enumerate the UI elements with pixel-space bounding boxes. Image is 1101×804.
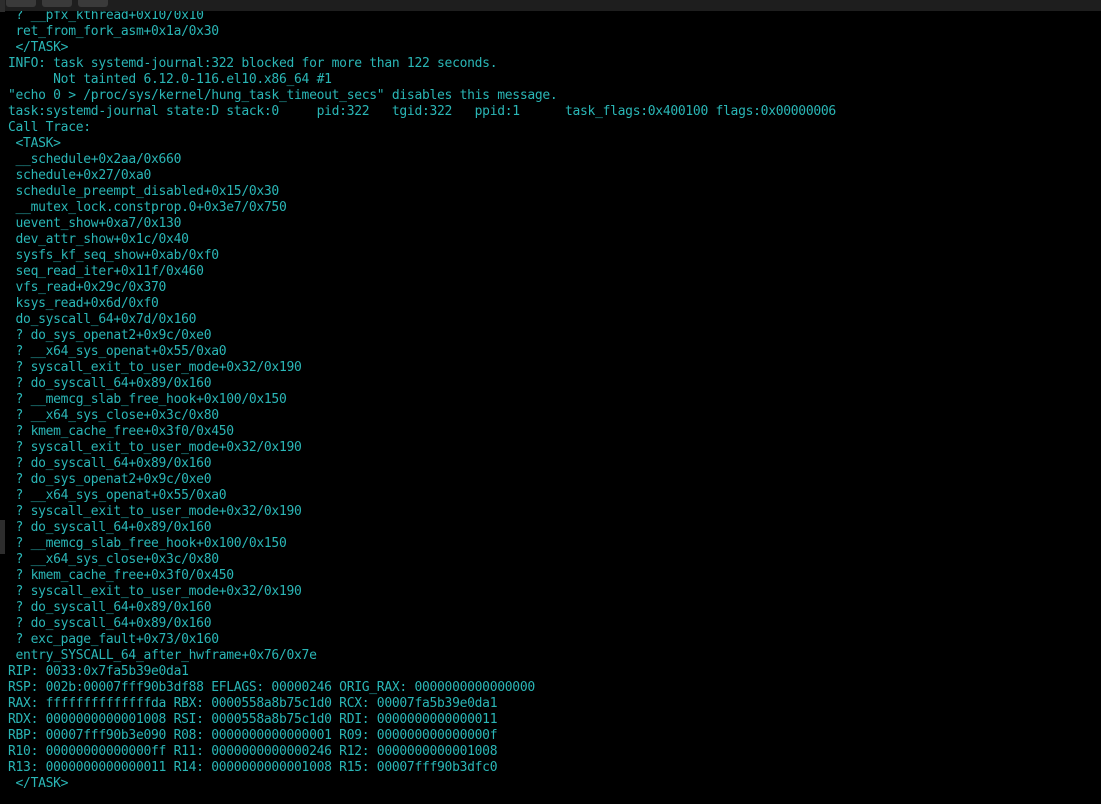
terminal-line: ? __x64_sys_close+0x3c/0x80	[8, 408, 220, 423]
terminal-line: ? do_syscall_64+0x89/0x160	[8, 376, 212, 391]
terminal-line: ? kmem_cache_free+0x3f0/0x450	[8, 568, 235, 583]
terminal-line: ? __x64_sys_openat+0x55/0xa0	[8, 488, 227, 503]
terminal-line: <TASK>	[8, 136, 61, 151]
terminal-line: ? do_sys_openat2+0x9c/0xe0	[8, 472, 212, 487]
terminal-line: INFO: task systemd-journal:322 blocked f…	[8, 56, 498, 71]
terminal-line: ? exc_page_fault+0x73/0x160	[8, 632, 220, 647]
terminal-line: vfs_read+0x29c/0x370	[8, 280, 167, 295]
terminal-line: Not tainted 6.12.0-116.el10.x86_64 #1	[8, 72, 332, 87]
toolbar-tab-1[interactable]	[6, 0, 36, 7]
toolbar-tab-2[interactable]	[42, 0, 72, 7]
terminal-line: ? do_syscall_64+0x89/0x160	[8, 600, 212, 615]
terminal-line: R13: 0000000000000011 R14: 0000000000001…	[8, 760, 498, 775]
terminal-line: ? __pfx_kthread+0x10/0x10	[8, 11, 204, 23]
terminal-line: entry_SYSCALL_64_after_hwframe+0x76/0x7e	[8, 648, 317, 663]
terminal-line: uevent_show+0xa7/0x130	[8, 216, 182, 231]
window-top-bar	[0, 0, 1101, 11]
terminal-line: ? syscall_exit_to_user_mode+0x32/0x190	[8, 584, 302, 599]
terminal-line: R10: 00000000000000ff R11: 0000000000000…	[8, 744, 498, 759]
terminal-line: seq_read_iter+0x11f/0x460	[8, 264, 204, 279]
terminal-line: ? syscall_exit_to_user_mode+0x32/0x190	[8, 360, 302, 375]
terminal-line: schedule_preempt_disabled+0x15/0x30	[8, 184, 280, 199]
terminal-line: ? do_syscall_64+0x89/0x160	[8, 616, 212, 631]
terminal-line: schedule+0x27/0xa0	[8, 168, 152, 183]
terminal-line: Call Trace:	[8, 120, 91, 135]
terminal-console[interactable]: ? __pfx_kthread+0x10/0x10 ret_from_fork_…	[0, 11, 1101, 804]
terminal-line: RAX: ffffffffffffffda RBX: 0000558a8b75c…	[8, 696, 498, 711]
terminal-line: ret_from_fork_asm+0x1a/0x30	[8, 24, 220, 39]
terminal-line: __mutex_lock.constprop.0+0x3e7/0x750	[8, 200, 287, 215]
terminal-line: "echo 0 > /proc/sys/kernel/hung_task_tim…	[8, 88, 558, 103]
terminal-line: __schedule+0x2aa/0x660	[8, 152, 182, 167]
terminal-line: sysfs_kf_seq_show+0xab/0xf0	[8, 248, 220, 263]
terminal-line: ? __memcg_slab_free_hook+0x100/0x150	[8, 536, 287, 551]
terminal-line: ksys_read+0x6d/0xf0	[8, 296, 159, 311]
terminal-line: ? __x64_sys_close+0x3c/0x80	[8, 552, 220, 567]
terminal-line: dev_attr_show+0x1c/0x40	[8, 232, 189, 247]
terminal-line: RSP: 002b:00007fff90b3df88 EFLAGS: 00000…	[8, 680, 535, 695]
terminal-line: ? kmem_cache_free+0x3f0/0x450	[8, 424, 235, 439]
terminal-line: ? syscall_exit_to_user_mode+0x32/0x190	[8, 504, 302, 519]
terminal-line: </TASK>	[8, 776, 69, 791]
terminal-line: ? do_syscall_64+0x89/0x160	[8, 520, 212, 535]
terminal-line: ? __memcg_slab_free_hook+0x100/0x150	[8, 392, 287, 407]
terminal-line: task:systemd-journal state:D stack:0 pid…	[8, 104, 836, 119]
terminal-line: ? do_syscall_64+0x89/0x160	[8, 456, 212, 471]
terminal-line: ? do_sys_openat2+0x9c/0xe0	[8, 328, 212, 343]
terminal-line: ? syscall_exit_to_user_mode+0x32/0x190	[8, 440, 302, 455]
terminal-line: do_syscall_64+0x7d/0x160	[8, 312, 197, 327]
terminal-line: </TASK>	[8, 40, 69, 55]
terminal-line: RDX: 0000000000001008 RSI: 0000558a8b75c…	[8, 712, 498, 727]
toolbar-tab-3[interactable]	[78, 0, 108, 7]
terminal-line: RIP: 0033:0x7fa5b39e0da1	[8, 664, 189, 679]
terminal-line: ? __x64_sys_openat+0x55/0xa0	[8, 344, 227, 359]
terminal-line: RBP: 00007fff90b3e090 R08: 0000000000000…	[8, 728, 498, 743]
